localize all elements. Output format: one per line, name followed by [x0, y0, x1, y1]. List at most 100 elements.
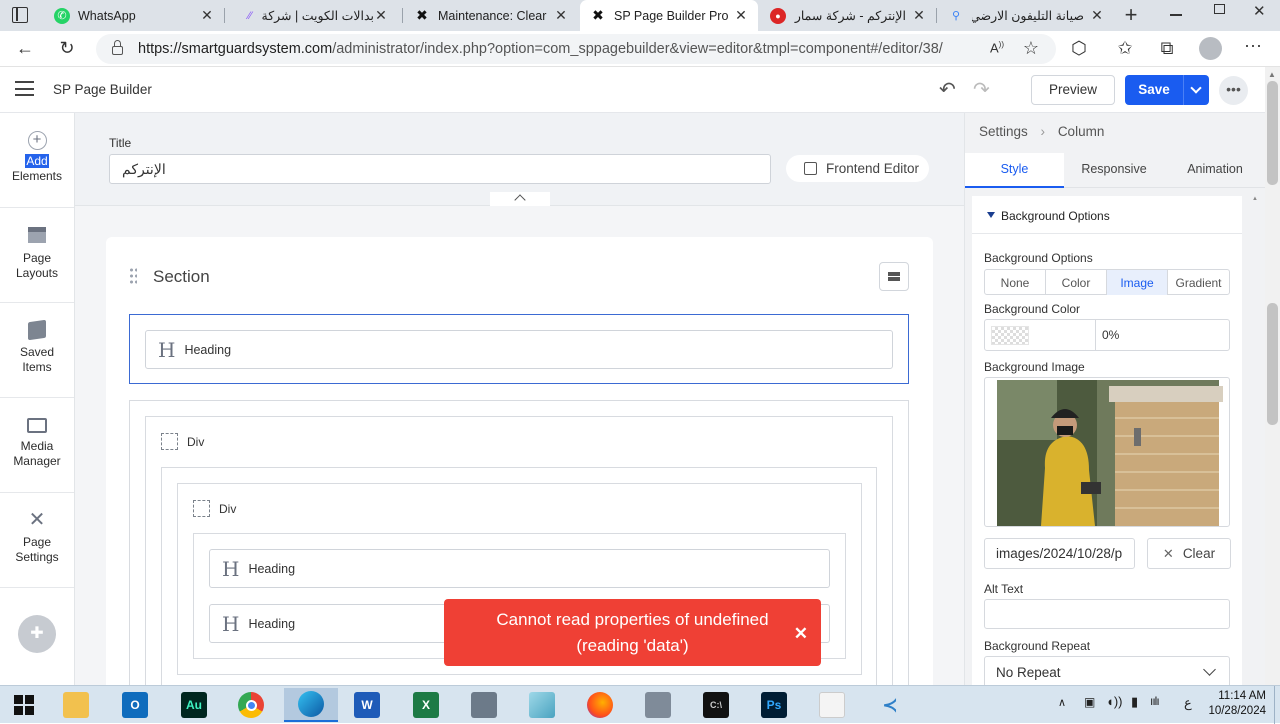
file-explorer-icon[interactable] [52, 688, 100, 722]
addon-heading-2[interactable]: H Heading [209, 549, 830, 588]
tab-kuwait[interactable]: ✕ بدالات الكويت | شركة و... ⁄⁄ [226, 0, 402, 31]
panel-scrollbar[interactable]: ▲ [1252, 196, 1259, 685]
network-status-icon[interactable]: ▣ [1084, 695, 1095, 709]
chrome-icon[interactable] [227, 688, 275, 722]
chevron-right-icon: › [1040, 124, 1046, 139]
section-settings-button[interactable] [879, 262, 909, 291]
collapse-title-button[interactable] [490, 192, 550, 206]
word-icon[interactable]: W [343, 688, 391, 722]
scroll-thumb-top[interactable] [1267, 81, 1278, 185]
address-bar[interactable]: https://smartguardsystem.com/administrat… [96, 34, 1056, 64]
back-arrow-icon[interactable]: ← [14, 38, 36, 59]
page-scrollbar[interactable]: ▲ [1265, 67, 1280, 685]
calculator-icon[interactable] [634, 688, 682, 722]
settings-tabs: Style Responsive Animation [965, 153, 1265, 188]
bg-color-picker[interactable]: 0% [984, 319, 1230, 351]
more-menu-icon[interactable]: ··· [1242, 35, 1264, 56]
save-options-dropdown[interactable] [1183, 75, 1209, 105]
excel-icon[interactable]: X [402, 688, 450, 722]
tab-intercom[interactable]: ● الإنتركم - شركة سمارت ج ✕ [760, 0, 936, 31]
taskbar-app-icon[interactable] [808, 688, 856, 722]
color-swatch[interactable] [991, 326, 1029, 345]
background-options-group: Background Options Background Options No… [972, 196, 1242, 685]
preview-button[interactable]: Preview [1031, 75, 1115, 105]
caret-down-icon [987, 212, 995, 218]
close-window-button[interactable]: ✕ [1253, 2, 1266, 20]
tab-telephone[interactable]: ⚲ صيانة التليفون الارضي - ... ✕ [938, 0, 1114, 31]
lock-icon [112, 46, 123, 55]
bg-repeat-select[interactable]: No Repeat [984, 656, 1230, 685]
bg-option-color[interactable]: Color [1046, 270, 1107, 295]
clear-image-button[interactable]: ✕ Clear [1147, 538, 1231, 569]
toast-close-icon[interactable]: ✕ [794, 621, 808, 647]
drag-handle-icon[interactable] [129, 267, 137, 285]
image-path-input[interactable]: images/2024/10/28/p [984, 538, 1135, 569]
close-tab-icon[interactable]: ✕ [1090, 7, 1104, 24]
sidebar-item-page-settings[interactable]: ✕ Page Settings [0, 493, 74, 588]
tab-maintenance[interactable]: ✖ Maintenance: Clear Cac ✕ [404, 0, 578, 31]
more-options-button[interactable]: ••• [1219, 76, 1248, 105]
start-button[interactable] [0, 688, 48, 722]
sidebar-item-saved-items[interactable]: Saved Items [0, 303, 74, 398]
firefox-icon[interactable] [576, 688, 624, 722]
bg-image-preview[interactable] [984, 377, 1230, 527]
collections-icon[interactable]: ⧉ [1156, 38, 1178, 59]
close-tab-icon[interactable]: ✕ [374, 7, 388, 24]
undo-icon[interactable]: ↶ [939, 77, 956, 102]
tab-whatsapp[interactable]: ✆ WhatsApp ✕ [44, 0, 224, 31]
redo-icon[interactable]: ↷ [973, 77, 990, 102]
scroll-thumb[interactable] [1267, 303, 1278, 425]
wifi-icon[interactable]: ıılı [1150, 694, 1160, 708]
minimize-button[interactable] [1170, 14, 1182, 16]
bg-option-none[interactable]: None [985, 270, 1046, 295]
outlook-icon[interactable]: O [111, 688, 159, 722]
show-desktop-button[interactable] [1274, 686, 1280, 724]
favorites-icon[interactable]: ✩ [1114, 38, 1136, 59]
favorite-add-icon[interactable]: ☆ [1020, 38, 1042, 59]
input-language[interactable]: ع [1184, 695, 1192, 711]
tab-sp-page-builder[interactable]: ✖ SP Page Builder Pro - 0 ✕ [580, 0, 758, 31]
battery-icon[interactable]: ▮ [1131, 694, 1138, 710]
toast-line-2: (reading 'data') [576, 636, 689, 655]
close-tab-icon[interactable]: ✕ [734, 7, 748, 24]
photoshop-icon[interactable]: Ps [750, 688, 798, 722]
hamburger-menu-icon[interactable] [15, 81, 34, 96]
sidebar-item-add-elements[interactable]: + Add Elements [0, 113, 74, 208]
notes-app-icon[interactable] [518, 688, 566, 722]
frontend-editor-button[interactable]: Frontend Editor [786, 155, 929, 182]
read-aloud-icon[interactable]: A)) [986, 40, 1008, 55]
scroll-up-arrow[interactable]: ▲ [1268, 70, 1276, 79]
save-button[interactable]: Save [1125, 75, 1183, 105]
title-input[interactable]: الإنتركم [109, 154, 771, 184]
new-tab-button[interactable]: + [1120, 3, 1142, 27]
volume-icon[interactable]: ◖)) [1106, 694, 1123, 709]
profile-avatar[interactable] [1199, 37, 1222, 60]
edge-icon[interactable] [284, 688, 338, 722]
close-tab-icon[interactable]: ✕ [912, 7, 926, 24]
tab-style[interactable]: Style [965, 153, 1064, 188]
bg-option-gradient[interactable]: Gradient [1168, 270, 1229, 295]
accessibility-button[interactable]: ✚ [18, 615, 56, 653]
extensions-icon[interactable]: ⬡ [1068, 38, 1090, 59]
sidebar-item-page-layouts[interactable]: Page Layouts [0, 208, 74, 303]
tray-overflow-icon[interactable]: ∧ [1058, 696, 1066, 709]
network-app-icon[interactable] [460, 688, 508, 722]
tab-responsive[interactable]: Responsive [1064, 153, 1164, 188]
tab-actions-icon[interactable] [12, 7, 28, 23]
sidebar-item-media-manager[interactable]: Media Manager [0, 398, 74, 493]
vscode-icon[interactable]: ≺ [866, 688, 914, 722]
alt-text-input[interactable] [984, 599, 1230, 629]
close-tab-icon[interactable]: ✕ [200, 7, 214, 24]
addon-heading-1[interactable]: H Heading [145, 330, 893, 369]
group-header[interactable]: Background Options [972, 196, 1242, 234]
close-tab-icon[interactable]: ✕ [554, 7, 568, 24]
clock[interactable]: 11:14 AM 10/28/2024 [1206, 689, 1266, 719]
terminal-icon[interactable]: C:\ [692, 688, 740, 722]
color-opacity-value[interactable]: 0% [1102, 328, 1119, 342]
audition-icon[interactable]: Au [170, 688, 218, 722]
restore-button[interactable] [1214, 4, 1225, 14]
column-selected[interactable]: H Heading [129, 314, 909, 384]
refresh-icon[interactable]: ↻ [56, 38, 78, 59]
tab-animation[interactable]: Animation [1164, 153, 1265, 188]
bg-option-image[interactable]: Image [1107, 270, 1168, 295]
